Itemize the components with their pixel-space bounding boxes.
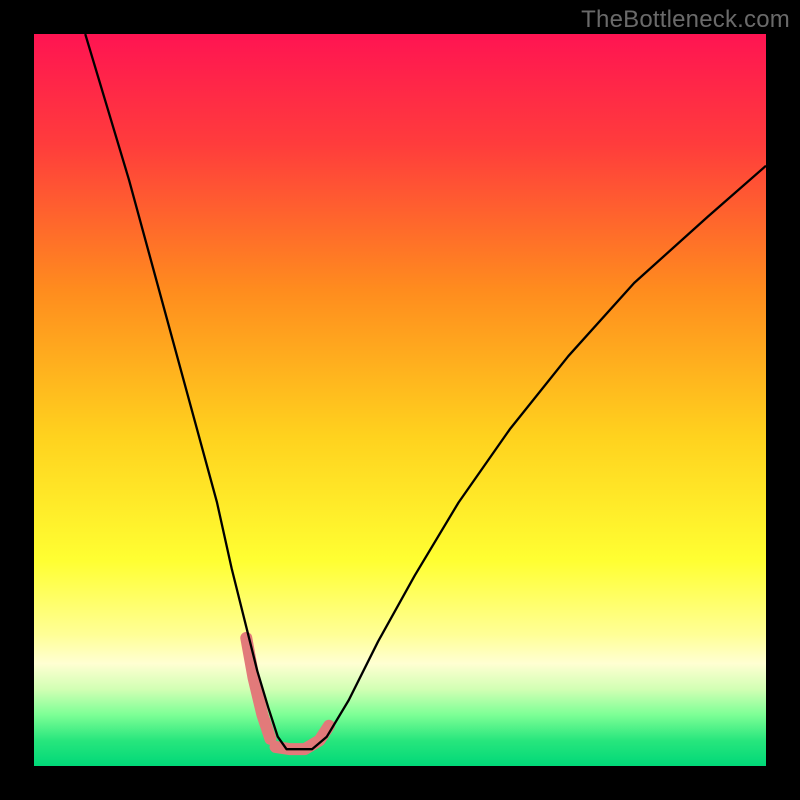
bottleneck-curve bbox=[85, 34, 766, 749]
plot-area bbox=[34, 34, 766, 766]
watermark-text: TheBottleneck.com bbox=[581, 6, 790, 34]
chart-frame: TheBottleneck.com bbox=[0, 0, 800, 800]
highlight-left bbox=[246, 638, 270, 739]
curves-layer bbox=[34, 34, 766, 766]
